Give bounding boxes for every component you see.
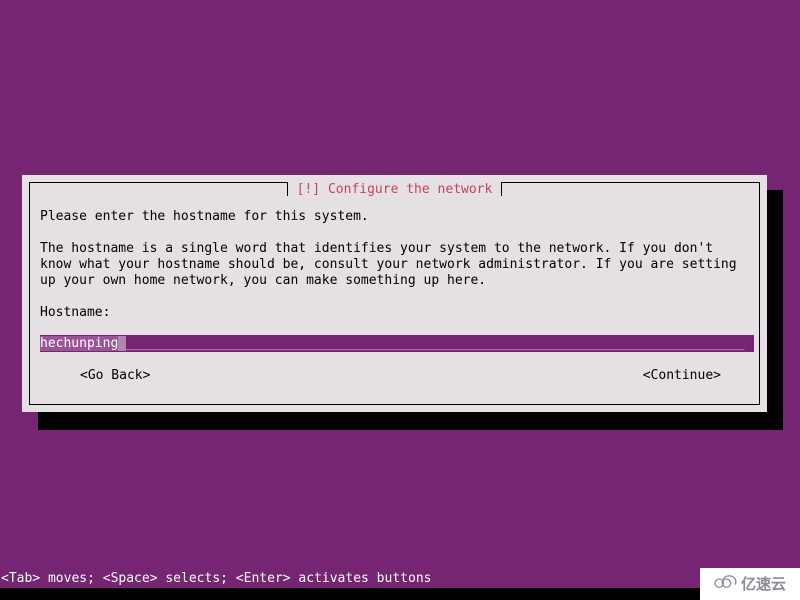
text-cursor bbox=[118, 336, 127, 351]
dialog-inner-frame: [!] Configure the network Please enter t… bbox=[29, 182, 760, 405]
cloud-icon bbox=[714, 574, 738, 594]
go-back-button[interactable]: <Go Back> bbox=[80, 367, 150, 385]
dialog-body: Please enter the hostname for this syste… bbox=[40, 209, 749, 321]
watermark-text: 亿速云 bbox=[740, 574, 786, 593]
hostname-input-value[interactable]: hechunping bbox=[40, 336, 119, 351]
intro-paragraph: Please enter the hostname for this syste… bbox=[40, 209, 369, 224]
title-right-tick bbox=[501, 183, 503, 196]
dialog-title-bar: [!] Configure the network bbox=[30, 182, 759, 199]
hostname-input[interactable]: hechunping _____________________________… bbox=[40, 335, 754, 352]
description-paragraph: The hostname is a single word that ident… bbox=[40, 241, 737, 288]
paragraph-spacer-2 bbox=[40, 289, 749, 305]
installer-screen: [!] Configure the network Please enter t… bbox=[0, 0, 800, 600]
configure-network-dialog: [!] Configure the network Please enter t… bbox=[22, 175, 767, 412]
watermark: 亿速云 bbox=[700, 568, 800, 600]
dialog-title: [!] Configure the network bbox=[287, 182, 502, 198]
paragraph-spacer-1 bbox=[40, 225, 749, 241]
keyboard-hint-status-bar: <Tab> moves; <Space> selects; <Enter> ac… bbox=[0, 570, 800, 588]
continue-button[interactable]: <Continue> bbox=[643, 367, 721, 385]
title-left-tick bbox=[286, 183, 288, 196]
dialog-button-row: <Go Back> <Continue> bbox=[40, 367, 749, 385]
hostname-label: Hostname: bbox=[40, 305, 111, 320]
bottom-black-bar bbox=[0, 588, 800, 600]
hostname-input-fill: ________________________________________… bbox=[126, 336, 745, 351]
